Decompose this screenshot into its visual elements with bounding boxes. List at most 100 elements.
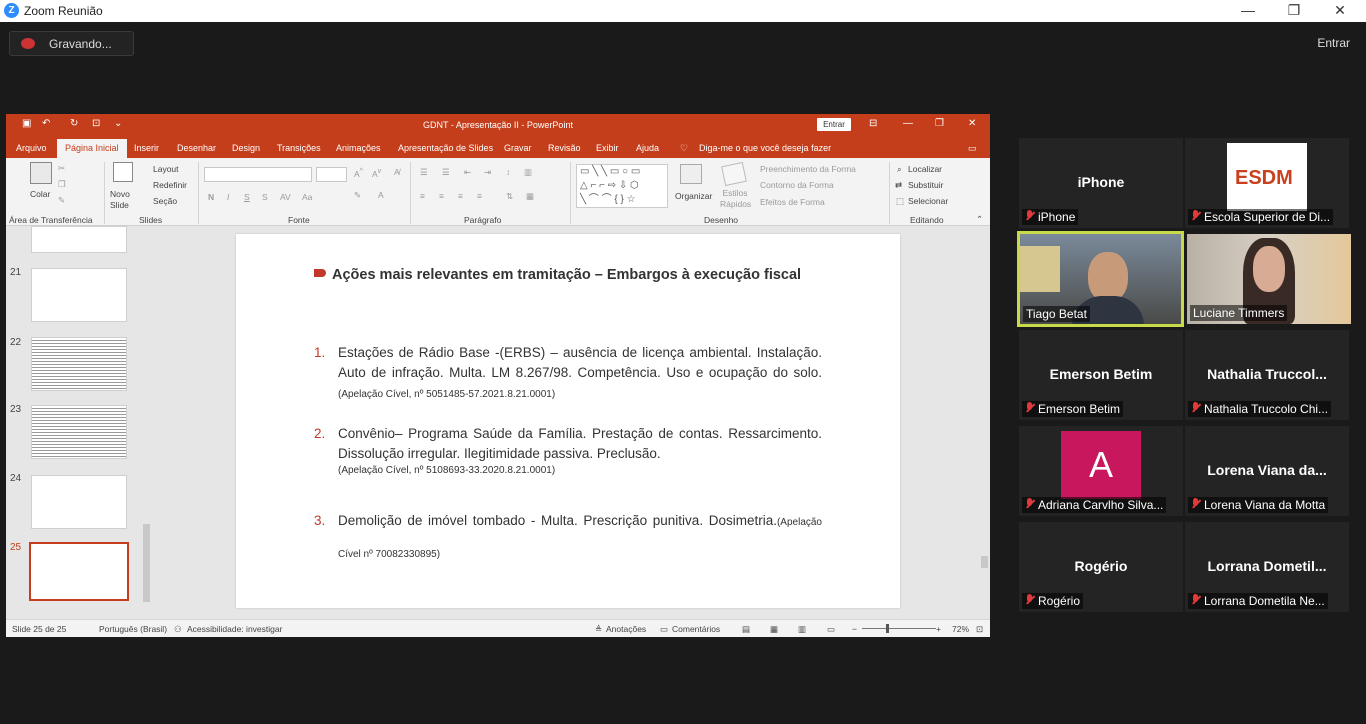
participant-tile[interactable]: Lorena Viana da... Lorena Viana da Motta xyxy=(1185,426,1349,516)
comments-icon[interactable]: ▭ xyxy=(968,143,977,154)
close-button[interactable]: ✕ xyxy=(1330,2,1350,19)
highlight-icon[interactable]: ✎ xyxy=(354,190,361,201)
decrease-indent-icon[interactable]: ⇤ xyxy=(464,167,471,178)
participant-tile[interactable]: ESDM Escola Superior de Di... xyxy=(1185,138,1349,228)
grow-font-icon[interactable]: A^ xyxy=(354,167,363,179)
smartart-icon[interactable]: ▦ xyxy=(526,191,534,202)
select-button[interactable]: Selecionar xyxy=(908,196,948,206)
slide-thumbnail-20[interactable] xyxy=(31,226,127,253)
section-button[interactable]: Seção xyxy=(153,196,177,206)
justify-icon[interactable]: ≡ xyxy=(477,191,482,201)
char-spacing-icon[interactable]: AV xyxy=(280,192,291,202)
participant-tile[interactable]: A Adriana Carvlho Silva... xyxy=(1019,426,1183,516)
slide-thumbnail-24[interactable] xyxy=(31,475,127,529)
slideshow-icon[interactable]: ▭ xyxy=(827,624,835,635)
tab-ajuda[interactable]: Ajuda xyxy=(636,143,659,153)
participant-tile[interactable]: Nathalia Truccol... Nathalia Truccolo Ch… xyxy=(1185,330,1349,420)
slide-thumbnail-25-selected[interactable] xyxy=(29,542,129,601)
align-center-icon[interactable]: ≡ xyxy=(439,191,444,201)
participant-tile[interactable]: iPhone iPhone xyxy=(1019,138,1183,228)
zoom-slider[interactable] xyxy=(862,628,936,629)
enter-fullscreen-button[interactable]: Entrar xyxy=(1317,36,1350,50)
language-status[interactable]: Português (Brasil) xyxy=(99,624,167,634)
tab-revisao[interactable]: Revisão xyxy=(548,143,581,153)
accessibility-status[interactable]: Acessibilidade: investigar xyxy=(187,624,282,634)
pp-close-icon[interactable]: ✕ xyxy=(968,118,976,129)
font-size-field[interactable] xyxy=(316,167,347,182)
slide-thumbnail-21[interactable] xyxy=(31,268,127,322)
new-slide-icon[interactable] xyxy=(113,162,133,182)
pp-enter-button[interactable]: Entrar xyxy=(817,118,851,131)
find-button[interactable]: Localizar xyxy=(908,164,942,174)
tab-pagina-inicial[interactable]: Página Inicial xyxy=(57,139,127,158)
zoom-slider-thumb[interactable] xyxy=(886,624,889,633)
participant-tile[interactable]: Lorrana Dometil... Lorrana Dometila Ne..… xyxy=(1185,522,1349,612)
tell-me-search[interactable]: Diga-me o que você deseja fazer xyxy=(699,143,831,153)
shape-outline-button[interactable]: Contorno da Forma xyxy=(760,180,834,190)
tab-gravar[interactable]: Gravar xyxy=(504,143,532,153)
participant-tile[interactable]: Rogério Rogério xyxy=(1019,522,1183,612)
tab-desenhar[interactable]: Desenhar xyxy=(177,143,216,153)
text-direction-icon[interactable]: ⇅ xyxy=(506,191,513,202)
strikethrough-icon[interactable]: S xyxy=(262,192,268,202)
reading-view-icon[interactable]: ▥ xyxy=(798,624,806,635)
zoom-in-icon[interactable]: + xyxy=(936,624,941,634)
font-color-icon[interactable]: A xyxy=(378,190,384,200)
bold-icon[interactable]: N xyxy=(208,192,214,202)
pp-minimize-icon[interactable]: — xyxy=(903,118,913,129)
bullets-icon[interactable]: ☰ xyxy=(420,167,428,178)
tab-animacoes[interactable]: Animações xyxy=(336,143,381,153)
shapes-gallery[interactable]: ▭ ╲ ╲ ▭ ○ ▭ △ ⌐ ⌐ ⇨ ⇩ ⬡ ╲ ⌒ ⌒ { } ☆ xyxy=(576,164,668,208)
zoom-out-icon[interactable]: − xyxy=(852,624,857,634)
clear-format-icon[interactable]: A̸ xyxy=(394,167,400,177)
minimize-button[interactable]: — xyxy=(1238,2,1258,18)
align-left-icon[interactable]: ≡ xyxy=(420,191,425,201)
shape-effects-button[interactable]: Efeitos de Forma xyxy=(760,197,825,207)
reset-button[interactable]: Redefinir xyxy=(153,180,187,190)
font-name-field[interactable] xyxy=(204,167,312,182)
format-painter-icon[interactable]: ✎ xyxy=(58,195,65,206)
normal-view-icon[interactable]: ▤ xyxy=(742,624,750,635)
copy-icon[interactable]: ❐ xyxy=(58,179,66,190)
recording-indicator[interactable]: Gravando... xyxy=(9,31,134,56)
quick-styles-icon[interactable] xyxy=(721,161,747,187)
participant-tile[interactable]: Emerson Betim Emerson Betim xyxy=(1019,330,1183,420)
tab-design[interactable]: Design xyxy=(232,143,260,153)
line-spacing-icon[interactable]: ↕ xyxy=(506,167,510,177)
arrange-icon[interactable] xyxy=(680,164,702,184)
change-case-icon[interactable]: Aa xyxy=(302,192,312,202)
increase-indent-icon[interactable]: ⇥ xyxy=(484,167,491,178)
paste-button[interactable]: Colar xyxy=(30,189,50,199)
shrink-font-icon[interactable]: Av xyxy=(372,167,381,179)
cut-icon[interactable]: ✂ xyxy=(58,163,65,174)
arrange-button[interactable]: Organizar xyxy=(675,191,712,201)
comments-button[interactable]: Comentários xyxy=(672,624,720,634)
numbering-icon[interactable]: ☰ xyxy=(442,167,450,178)
align-right-icon[interactable]: ≡ xyxy=(458,191,463,201)
slide-thumbnail-23[interactable] xyxy=(31,405,127,459)
sorter-view-icon[interactable]: ▦ xyxy=(770,624,778,635)
tab-exibir[interactable]: Exibir xyxy=(596,143,619,153)
underline-icon[interactable]: S xyxy=(244,192,250,202)
columns-icon[interactable]: ▥ xyxy=(524,167,532,178)
participant-tile-active-speaker[interactable]: Tiago Betat xyxy=(1017,231,1184,327)
zoom-level[interactable]: 72% xyxy=(952,624,969,634)
quick-styles-button[interactable]: Estilos Rápidos xyxy=(720,188,751,210)
tab-inserir[interactable]: Inserir xyxy=(134,143,159,153)
ribbon-display-icon[interactable]: ⊟ xyxy=(869,118,877,129)
tab-transicoes[interactable]: Transições xyxy=(277,143,321,153)
replace-button[interactable]: Substituir xyxy=(908,180,943,190)
pp-restore-icon[interactable]: ❐ xyxy=(935,118,944,129)
notes-button[interactable]: Anotações xyxy=(606,624,646,634)
fit-slide-icon[interactable]: ⊡ xyxy=(976,624,983,635)
shape-fill-button[interactable]: Preenchimento da Forma xyxy=(760,164,856,174)
new-slide-button[interactable]: Novo Slide xyxy=(110,189,136,211)
participant-tile[interactable]: Luciane Timmers xyxy=(1187,234,1351,324)
collapse-ribbon-icon[interactable]: ⌃ xyxy=(976,214,983,225)
layout-button[interactable]: Layout xyxy=(153,164,179,174)
italic-icon[interactable]: I xyxy=(227,192,229,202)
thumbnail-scrollbar[interactable] xyxy=(142,228,151,618)
restore-button[interactable]: ❐ xyxy=(1284,2,1304,19)
current-slide[interactable]: Ações mais relevantes em tramitação – Em… xyxy=(236,234,900,608)
slide-scrollbar[interactable] xyxy=(979,226,990,619)
